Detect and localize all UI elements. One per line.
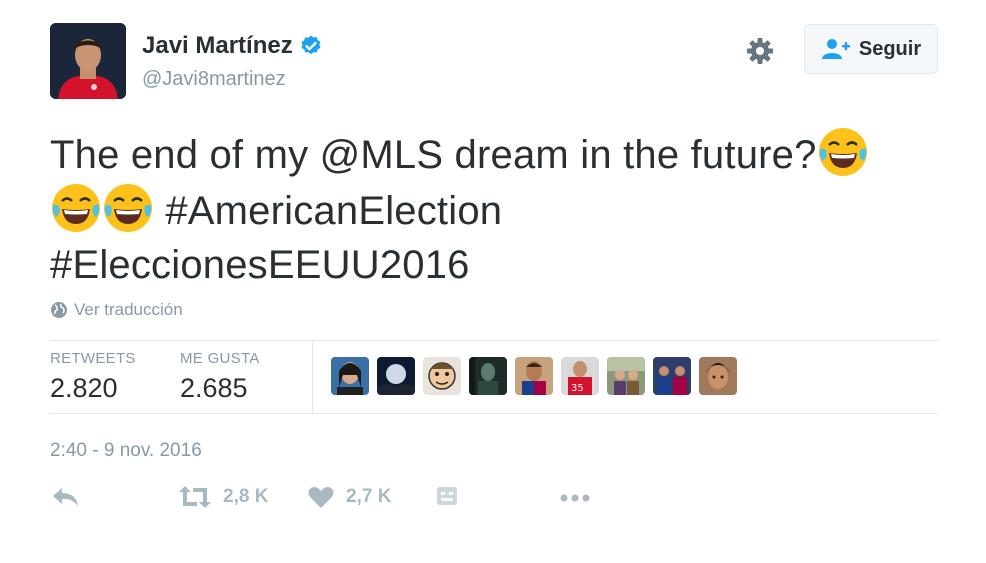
liker-avatar[interactable]	[423, 357, 461, 395]
laughing-emoji	[52, 184, 100, 232]
user-handle[interactable]: @Javi8martinez	[142, 68, 286, 91]
liker-avatar[interactable]	[699, 357, 737, 395]
divider	[50, 413, 938, 414]
hashtag-american-election[interactable]: #AmericanElection	[165, 189, 502, 233]
retweets-label: RETWEETS	[50, 350, 136, 367]
hashtag-elecciones-eeuu-2016[interactable]: #EleccionesEEUU2016	[50, 243, 470, 287]
reply-button[interactable]	[52, 486, 80, 508]
tweet-text: The end of my @MLS dream in the future? …	[50, 126, 930, 292]
translate-label[interactable]: Ver traducción	[74, 300, 183, 320]
tweet-text-part1: The end of my @MLS dream in the future?	[50, 133, 817, 177]
stats-divider	[312, 341, 313, 413]
gear-icon[interactable]	[744, 35, 776, 67]
laughing-emoji	[104, 184, 152, 232]
like-count: 2,7 K	[346, 486, 392, 507]
liker-avatar[interactable]	[331, 357, 369, 395]
user-name[interactable]: Javi Martínez	[142, 32, 323, 60]
liker-avatars: 35	[331, 357, 737, 395]
follow-user-icon	[821, 39, 850, 59]
retweet-button[interactable]: 2,8 K	[179, 486, 268, 508]
retweet-count: 2,8 K	[223, 486, 269, 507]
verified-icon	[301, 35, 321, 55]
svg-text:35: 35	[571, 383, 584, 394]
translate-link[interactable]: Ver traducción	[50, 300, 183, 320]
divider	[50, 340, 938, 341]
likes-stat[interactable]: ME GUSTA 2.685	[180, 350, 260, 404]
likes-value: 2.685	[180, 373, 248, 403]
follow-button[interactable]: Seguir	[804, 24, 938, 74]
avatar[interactable]	[50, 23, 126, 99]
liker-avatar[interactable]: 35	[561, 357, 599, 395]
reply-icon	[53, 488, 78, 506]
retweets-value: 2.820	[50, 373, 118, 403]
liker-avatar[interactable]	[515, 357, 553, 395]
tweet-timestamp[interactable]: 2:40 - 9 nov. 2016	[50, 440, 202, 462]
more-button[interactable]	[560, 486, 590, 508]
retweets-stat[interactable]: RETWEETS 2.820	[50, 350, 136, 404]
user-name-text[interactable]: Javi Martínez	[142, 32, 293, 60]
like-button[interactable]: 2,7 K	[308, 486, 391, 508]
liker-avatar[interactable]	[469, 357, 507, 395]
heart-icon	[308, 487, 334, 508]
follow-button-label: Seguir	[858, 37, 922, 60]
gif-icon	[437, 487, 457, 505]
liker-avatar[interactable]	[653, 357, 691, 395]
more-icon	[560, 494, 590, 502]
laughing-emoji	[818, 128, 867, 176]
retweet-icon	[179, 486, 211, 508]
liker-avatar[interactable]	[377, 357, 415, 395]
likes-label: ME GUSTA	[180, 350, 260, 367]
liker-avatar[interactable]	[607, 357, 645, 395]
globe-icon	[51, 302, 67, 318]
gif-button[interactable]	[436, 486, 458, 508]
